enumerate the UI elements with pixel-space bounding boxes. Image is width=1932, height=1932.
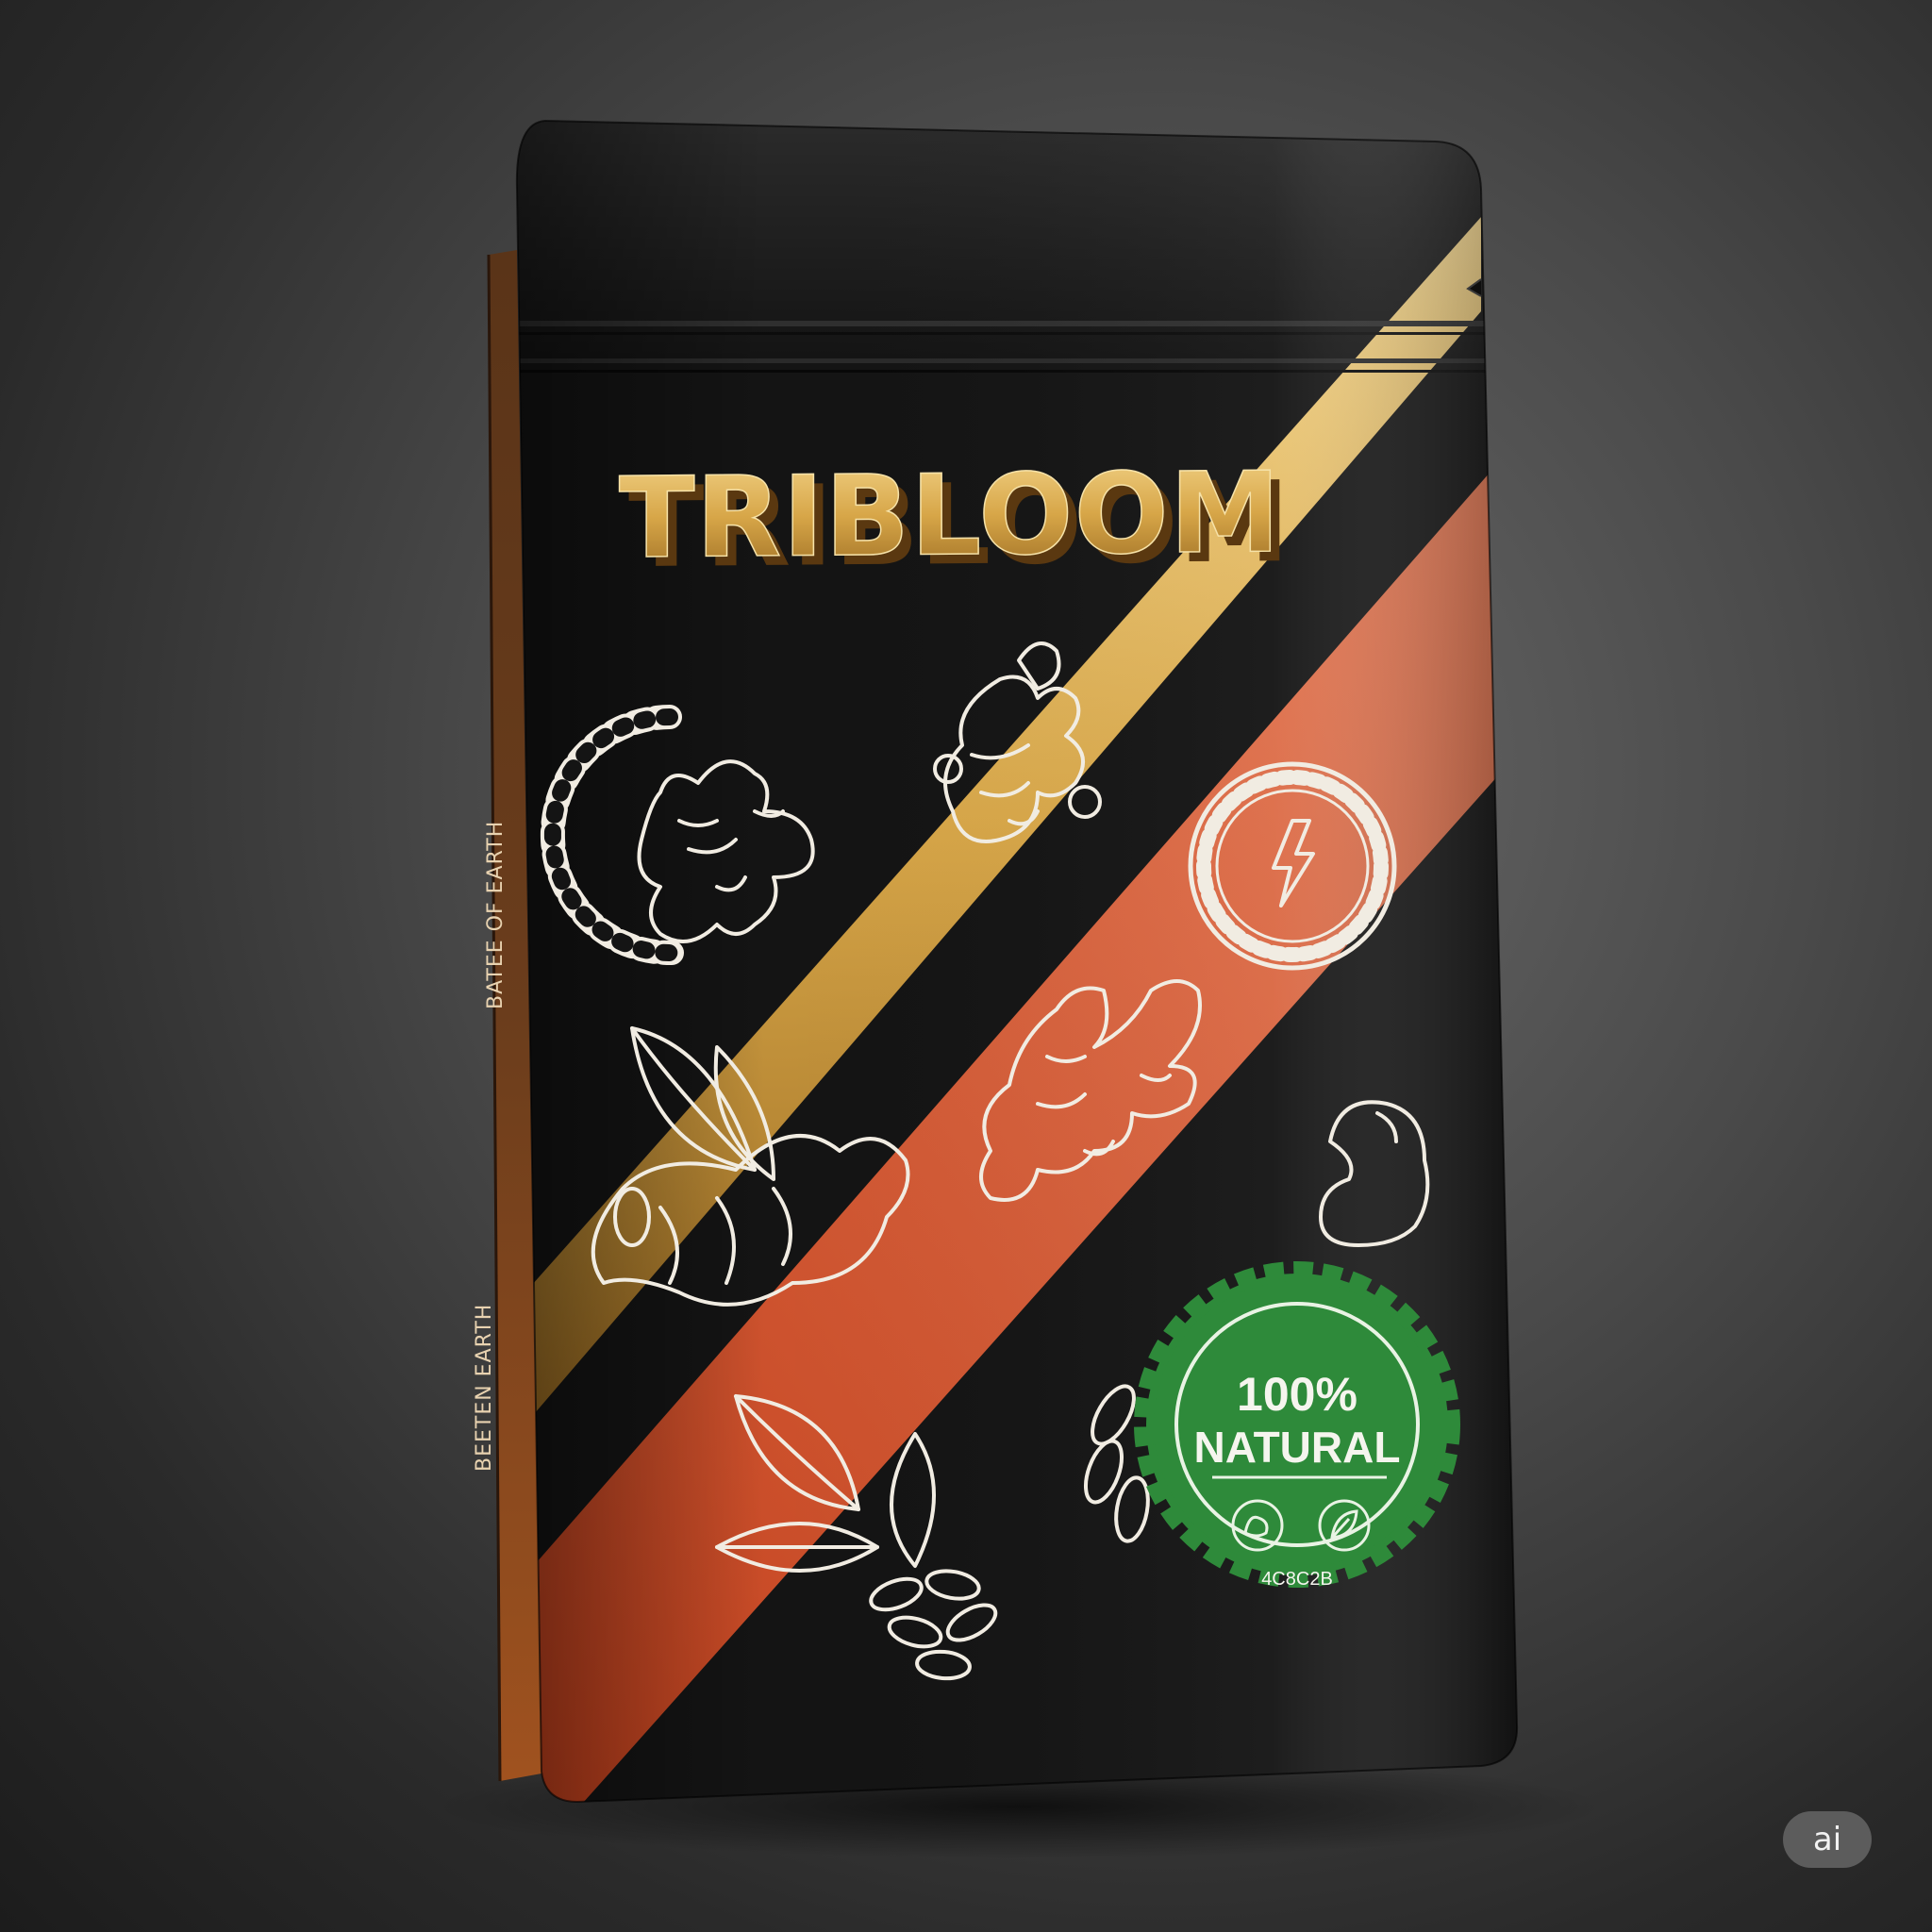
product-scene: BATEE OF EARTH BEETEN EARTH TRIBLOOM TRI… xyxy=(434,119,1604,1858)
seal-headline: 100% xyxy=(1237,1368,1357,1421)
gusset-text-bottom: BEETEN EARTH xyxy=(473,1304,496,1472)
brand-logo: TRIBLOOM TRIBLOOM xyxy=(618,446,1291,592)
gusset-text-top: BATEE OF EARTH xyxy=(484,821,508,1009)
brand-title: TRIBLOOM xyxy=(619,447,1281,583)
natural-seal: 100% NATURAL 4C8C2B xyxy=(1134,1261,1460,1590)
seal-code: 4C8C2B xyxy=(1261,1569,1333,1590)
ai-badge: ai xyxy=(1783,1811,1872,1868)
seal-subline: NATURAL xyxy=(1194,1423,1401,1472)
